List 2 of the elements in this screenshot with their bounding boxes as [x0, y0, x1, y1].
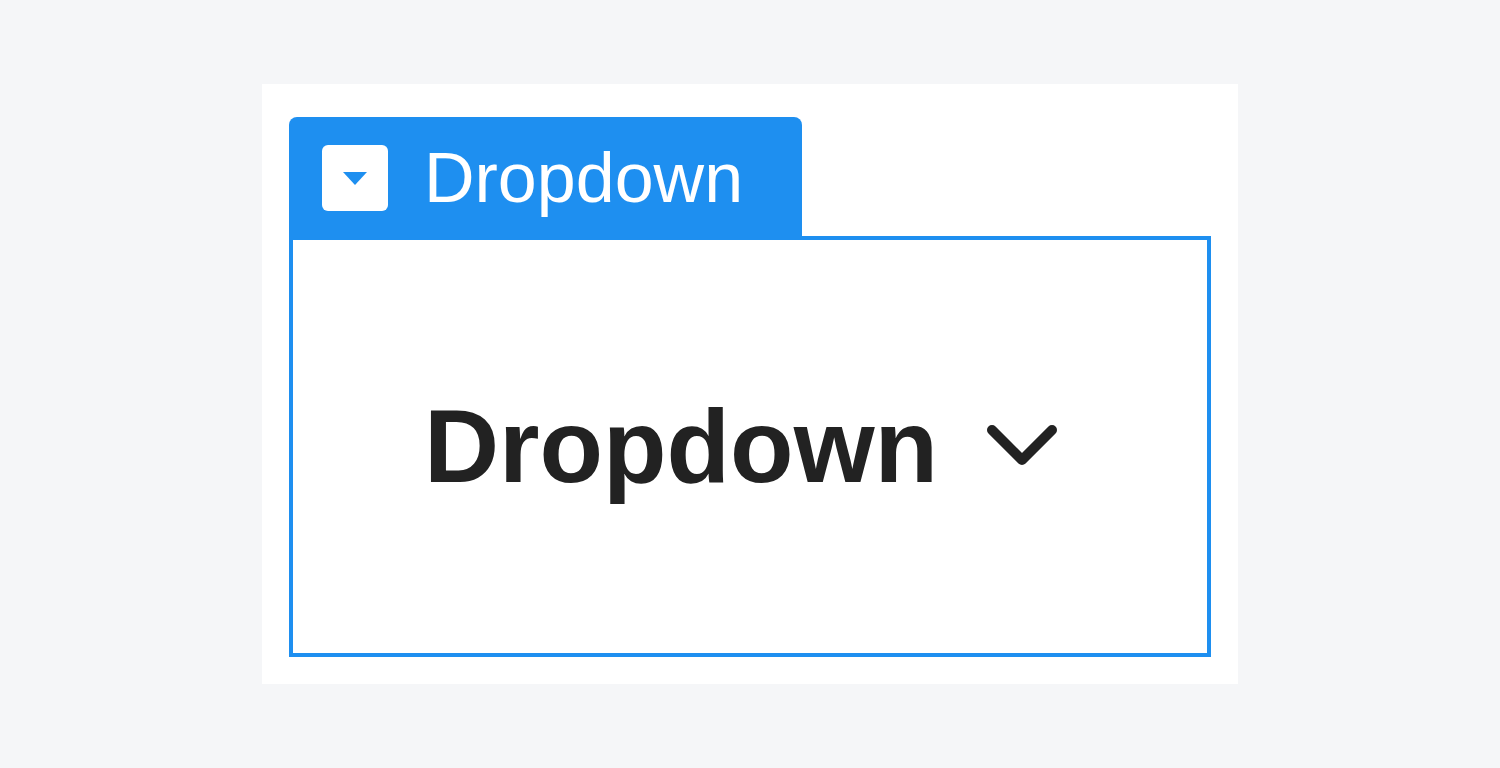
dropdown-icon — [322, 144, 388, 211]
dropdown-button[interactable]: Dropdown — [423, 389, 1059, 504]
